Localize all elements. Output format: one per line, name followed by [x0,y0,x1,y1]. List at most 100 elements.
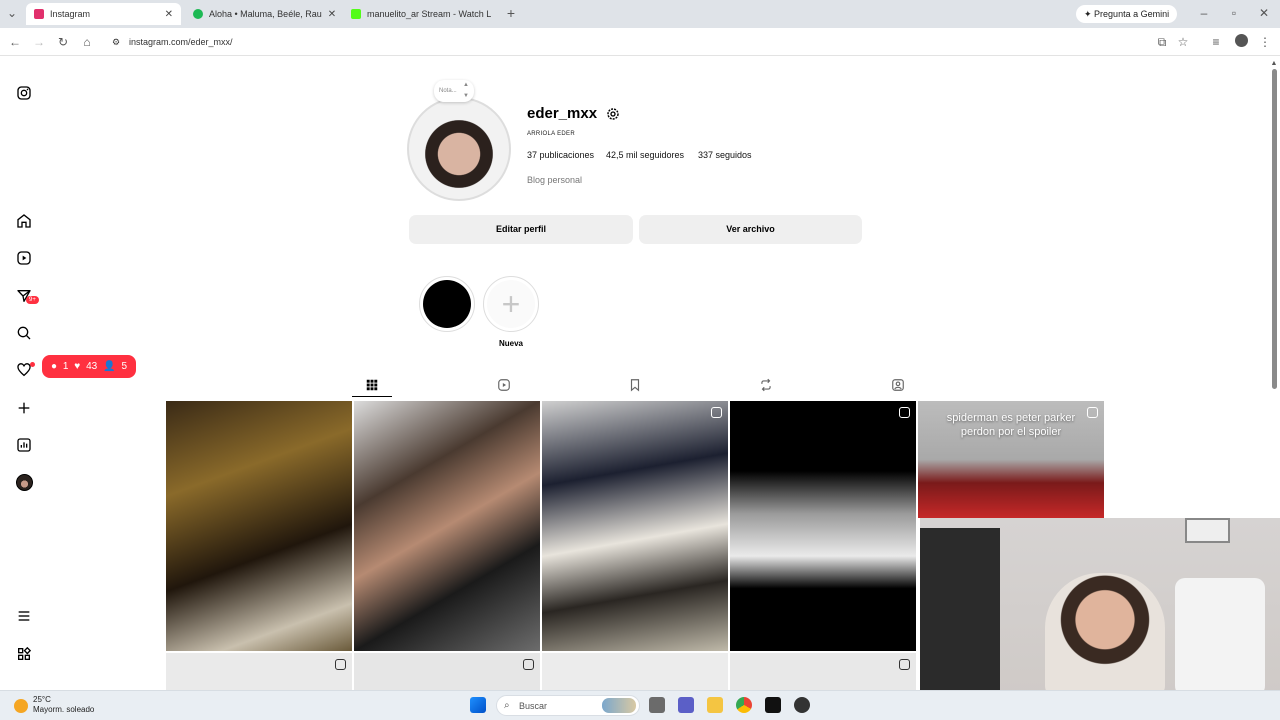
page-scrollbar[interactable]: ▲ [1270,60,1278,390]
post-tile[interactable] [542,401,728,651]
chrome-icon[interactable] [736,697,752,713]
obs-icon[interactable] [794,697,810,713]
gemini-sparkle-icon: ✦ [1084,9,1095,19]
plus-icon: + [501,286,521,322]
url-text: instagram.com/eder_mxx/ [129,37,233,47]
search-placeholder: Buscar [519,701,548,711]
browser-tab-bar: ⌄ Instagram ✕ Aloha • Maluma, Beéle, Rau… [0,0,1280,28]
minimize-window-button[interactable]: – [1196,5,1212,21]
taskbar-search[interactable]: ⌕ Buscar [496,695,640,716]
back-button[interactable]: ← [7,34,23,50]
instagram-favicon-icon [34,9,44,19]
like-icon: ♥ [74,361,81,372]
profile-avatar-icon[interactable] [1233,34,1249,50]
settings-gear-icon[interactable] [605,106,621,122]
like-count: 43 [86,361,98,372]
browser-address-bar: ← → ↻ ⌂ ⚙ instagram.com/eder_mxx/ ⧉ ☆ ≡ … [0,28,1280,56]
tab-reposts[interactable] [758,377,774,393]
bookmark-star-icon[interactable]: ☆ [1175,34,1191,50]
view-archive-button[interactable]: Ver archivo [639,215,862,244]
windows-taskbar: 25°C Mayorm. soleado ⌕ Buscar [0,690,1280,720]
maximize-window-button[interactable]: ▫ [1226,5,1242,21]
close-tab-icon[interactable]: ✕ [165,9,173,20]
reels-icon[interactable] [15,249,33,267]
more-menu-icon[interactable] [15,607,33,625]
comment-icon: ● [50,361,57,372]
reload-button[interactable]: ↻ [55,34,71,50]
instagram-logo-icon[interactable] [15,84,33,102]
new-tab-button[interactable]: + [503,5,519,21]
create-plus-icon[interactable] [15,399,33,417]
notifications-popup[interactable]: ● 1 ♥ 43 👤 5 [42,355,136,378]
tab-kick[interactable]: manuelito_ar Stream - Watch L ✕ [343,3,498,25]
home-button[interactable]: ⌂ [79,34,95,50]
comment-count: 1 [62,361,69,372]
install-app-icon[interactable]: ⧉ [1154,34,1170,50]
home-icon[interactable] [15,212,33,230]
webcam-chair-right [1175,578,1265,696]
teams-icon[interactable] [678,697,694,713]
messages-badge: 9+ [26,296,39,304]
url-field[interactable]: ⚙ instagram.com/eder_mxx/ [104,32,1164,52]
dashboard-chart-icon[interactable] [15,436,33,454]
tiktok-icon[interactable] [765,697,781,713]
note-bubble[interactable]: Nota... ▲ ▼ [434,80,474,102]
tab-saved[interactable] [627,377,643,393]
note-label: Nota... [439,88,457,94]
following-link[interactable]: 337 seguidos [698,150,752,160]
post-tile[interactable]: spiderman es peter parker perdon por el … [918,401,1104,518]
windows-start-icon[interactable] [470,697,486,713]
post-tile[interactable] [730,653,916,690]
tab-spotify[interactable]: Aloha • Maluma, Beéle, Rau ✕ [185,3,340,25]
post-tile[interactable] [542,653,728,690]
webcam-door [1185,518,1230,543]
gemini-button[interactable]: ✦ Pregunta a Gemini [1076,5,1178,23]
reel-indicator-icon [335,659,346,670]
highlight-cover [423,280,471,328]
tab-posts-grid[interactable] [364,377,380,393]
webcam-overlay [920,518,1280,696]
profile-avatar-icon[interactable] [15,473,33,491]
new-highlight-button[interactable]: + [483,276,539,332]
story-highlight[interactable] [419,276,475,332]
tab-label: Aloha • Maluma, Beéle, Rau [209,9,322,19]
site-info-icon[interactable]: ⚙ [112,32,120,52]
follow-count: 5 [121,361,127,372]
file-explorer-icon[interactable] [707,697,723,713]
post-tile[interactable] [354,653,540,690]
note-arrows-icon: ▲ ▼ [463,82,469,99]
edit-profile-button[interactable]: Editar perfil [409,215,633,244]
new-highlight-inner: + [487,280,535,328]
notification-dot [30,362,35,367]
profile-picture[interactable] [407,97,511,201]
scroll-up-arrow-icon[interactable]: ▲ [1270,60,1278,67]
spotify-favicon-icon [193,9,203,19]
temperature: 25°C [33,695,51,704]
followers-link[interactable]: 42,5 mil seguidores [606,150,684,160]
tab-instagram[interactable]: Instagram ✕ [26,3,181,25]
media-controls-icon[interactable]: ≡ [1208,34,1224,50]
post-tile[interactable] [730,401,916,651]
webcam-chair [920,528,1000,696]
post-tile[interactable] [166,653,352,690]
tab-tagged[interactable] [890,377,906,393]
search-icon[interactable] [15,324,33,342]
also-from-meta-icon[interactable] [15,645,33,663]
close-tab-icon[interactable]: ✕ [497,9,498,20]
reel-indicator-icon [899,407,910,418]
profile-username: eder_mxx [527,105,598,122]
weather-widget[interactable]: 25°C Mayorm. soleado [33,695,94,715]
tab-reels[interactable] [496,377,512,393]
post-tile[interactable] [354,401,540,651]
search-icon: ⌕ [504,700,510,711]
browser-menu-icon[interactable]: ⋮ [1257,34,1273,50]
tab-list-button[interactable]: ⌄ [4,5,20,21]
post-tile[interactable] [166,401,352,651]
forward-button[interactable]: → [31,34,47,50]
scrollbar-thumb[interactable] [1271,69,1277,389]
close-window-button[interactable]: ✕ [1256,5,1272,21]
search-highlight-image [602,698,636,713]
gemini-label: Pregunta a Gemini [1094,9,1170,19]
close-tab-icon[interactable]: ✕ [328,9,336,20]
task-view-icon[interactable] [649,697,665,713]
